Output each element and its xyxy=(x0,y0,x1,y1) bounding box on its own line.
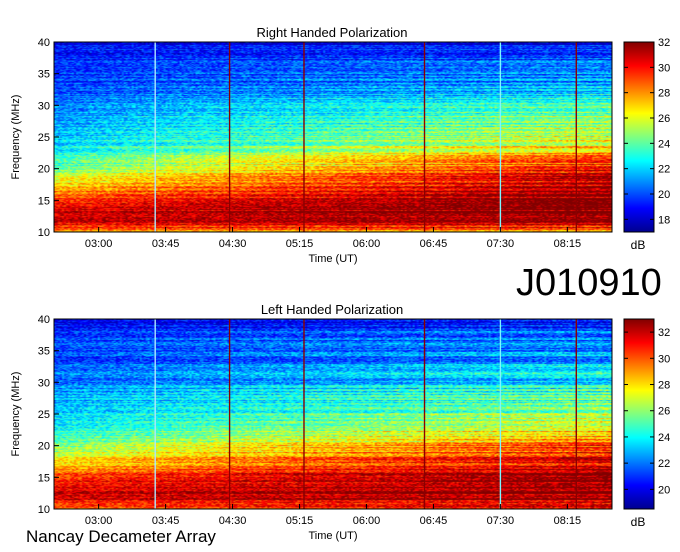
colorbar-tick-label: 24 xyxy=(658,138,670,150)
x-tick-label: 06:45 xyxy=(420,515,448,527)
colorbar-tick-label: 24 xyxy=(658,432,670,444)
y-tick-label: 10 xyxy=(38,504,50,516)
x-tick-label: 03:45 xyxy=(152,238,180,250)
x-axis-label: Time (UT) xyxy=(308,530,357,542)
colorbar-tick-label: 30 xyxy=(658,62,670,74)
colorbar-tick-label: 28 xyxy=(658,380,670,392)
y-tick-label: 40 xyxy=(38,314,50,326)
x-axis-label: Time (UT) xyxy=(308,253,357,265)
colorbar xyxy=(623,41,655,233)
x-tick-label: 03:45 xyxy=(152,515,180,527)
panel-title: Right Handed Polarization xyxy=(256,25,407,40)
x-tick-label: 06:45 xyxy=(420,238,448,250)
colorbar-tick-label: 32 xyxy=(658,327,670,339)
right-polarization-panel: Right Handed Polarization 10 15 20 25 30 35 40… xyxy=(10,25,670,265)
colorbar-tick-label: 28 xyxy=(658,88,670,100)
spectrogram-heatmap xyxy=(54,42,612,232)
observation-id: J010910 xyxy=(516,262,662,304)
y-tick-label: 25 xyxy=(38,132,50,144)
x-tick-label: 03:00 xyxy=(85,238,113,250)
x-tick-label: 04:30 xyxy=(219,515,247,527)
x-tick-label: 04:30 xyxy=(219,238,247,250)
y-tick-label: 15 xyxy=(38,472,50,484)
x-tick-label: 07:30 xyxy=(487,238,515,250)
y-tick-label: 20 xyxy=(38,441,50,453)
x-tick-label: 06:00 xyxy=(353,515,381,527)
colorbar-tick-label: 32 xyxy=(658,37,670,49)
x-tick-label: 07:30 xyxy=(487,515,515,527)
x-tick-label: 03:00 xyxy=(85,515,113,527)
y-tick-label: 35 xyxy=(38,346,50,358)
colorbar-tick-label: 20 xyxy=(658,189,670,201)
y-tick-label: 30 xyxy=(38,100,50,112)
colorbar-tick-label: 30 xyxy=(658,353,670,365)
y-tick-label: 20 xyxy=(38,164,50,176)
y-tick-label: 30 xyxy=(38,377,50,389)
y-axis-label: Frequency (MHz) xyxy=(10,95,22,180)
colorbar-tick-label: 22 xyxy=(658,164,670,176)
colorbar-tick-label: 26 xyxy=(658,406,670,418)
left-polarization-panel: Left Handed Polarization 10152025303540 … xyxy=(10,302,670,542)
colorbar-label: dB xyxy=(631,515,646,529)
x-tick-label: 06:00 xyxy=(353,238,381,250)
y-tick-label: 10 xyxy=(38,227,50,239)
colorbar xyxy=(623,318,655,510)
y-tick-label: 40 xyxy=(38,37,50,49)
y-tick-label: 15 xyxy=(38,195,50,207)
instrument-credit: Nancay Decameter Array xyxy=(26,527,216,546)
y-axis-label: Frequency (MHz) xyxy=(10,372,22,457)
panel-title: Left Handed Polarization xyxy=(261,302,403,317)
y-tick-label: 35 xyxy=(38,69,50,81)
spectrogram-heatmap xyxy=(54,319,612,509)
colorbar-tick-label: 18 xyxy=(658,214,670,226)
colorbar-tick-label: 20 xyxy=(658,484,670,496)
x-tick-label: 05:15 xyxy=(286,515,314,527)
colorbar-tick-label: 22 xyxy=(658,458,670,470)
x-tick-label: 05:15 xyxy=(286,238,314,250)
y-tick-label: 25 xyxy=(38,409,50,421)
colorbar-label: dB xyxy=(631,238,646,252)
colorbar-tick-label: 26 xyxy=(658,113,670,125)
x-tick-label: 08:15 xyxy=(554,515,582,527)
x-tick-label: 08:15 xyxy=(554,238,582,250)
